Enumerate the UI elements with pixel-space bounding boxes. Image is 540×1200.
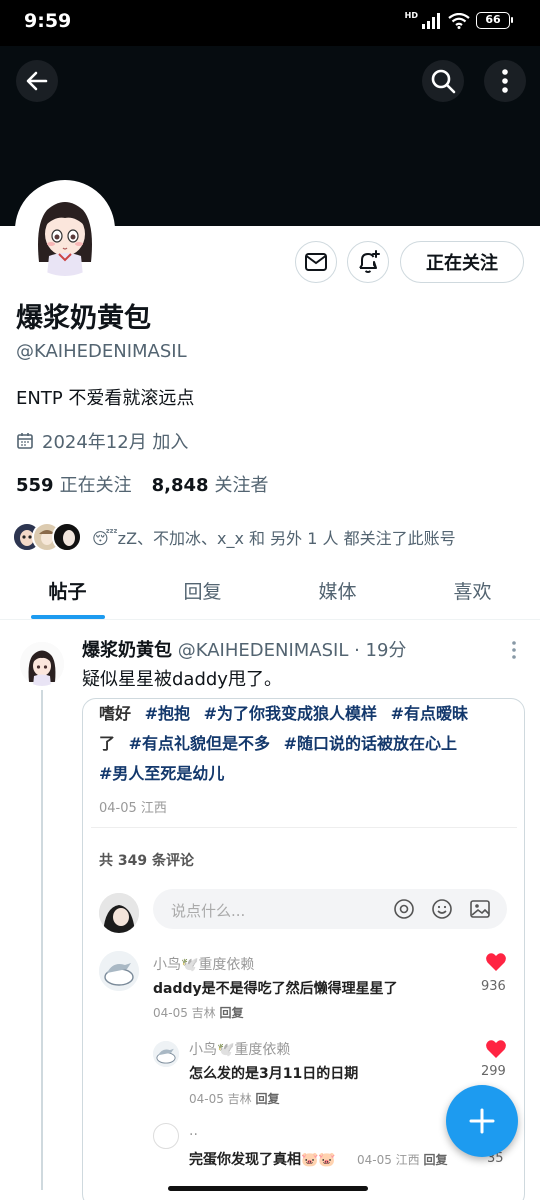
notifications-button[interactable] [347, 241, 389, 283]
comment-date-location: 04-05 江西 [357, 1153, 420, 1167]
comment-meta: 04-05 江西 回复 [357, 1151, 448, 1168]
message-button[interactable] [295, 241, 337, 283]
comment-date-location: 04-05 吉林 [153, 1006, 216, 1020]
anime-girl-avatar-image [19, 184, 111, 276]
comment-text: 完蛋你发现了真相🐷🐷 [189, 1152, 336, 1168]
card-date: 04-05 江西 [99, 801, 167, 816]
commenter-avatar[interactable] [153, 1041, 179, 1067]
comment-input[interactable]: 说点什么... [153, 889, 507, 929]
tag-plain-text: 了 [99, 734, 116, 753]
mail-icon [305, 253, 327, 271]
joined-text: 2024年12月 加入 [42, 432, 189, 453]
comment-date-location: 04-05 吉林 [189, 1092, 252, 1106]
tab-likes[interactable]: 喜欢 [405, 568, 540, 619]
reply-link[interactable]: 回复 [256, 1092, 280, 1106]
search-button[interactable] [422, 60, 464, 102]
follower-avatar [52, 522, 82, 552]
battery-indicator: 66 [476, 12, 513, 29]
commenter-avatar[interactable] [99, 951, 139, 991]
post-meta: @KAIHEDENIMASIL · 19分 [177, 640, 407, 661]
followed-by-text: 😴zZ、不加冰、x_x 和 另外 1 人 都关注了此账号 [92, 529, 456, 548]
more-vertical-icon [502, 69, 508, 93]
profile-bio: ENTP 不爱看就滚远点 [16, 388, 195, 409]
following-count: 559 [16, 475, 54, 496]
calendar-icon [17, 433, 33, 449]
tags-line-3: #男人至死是幼儿 [99, 759, 519, 789]
comment-count: 共 349 条评论 [99, 853, 194, 869]
network-type-label: HD [404, 11, 418, 20]
comment-username[interactable]: .. [189, 1123, 198, 1139]
heart-icon[interactable] [485, 952, 507, 972]
comment-meta: 04-05 吉林 回复 [153, 1004, 244, 1021]
follow-stats: 559 正在关注 8,848 关注者 [16, 471, 269, 497]
hashtag: #随口说的话被放在心上 [283, 734, 458, 753]
at-icon[interactable] [393, 898, 415, 920]
reply-link[interactable]: 回复 [424, 1153, 448, 1167]
post-author-name[interactable]: 爆浆奶黄包 [82, 640, 172, 661]
compose-button[interactable] [446, 1085, 518, 1157]
comment-text: 怎么发的是3月11日的日期 [189, 1066, 359, 1082]
tab-media[interactable]: 媒体 [270, 568, 405, 619]
heart-icon[interactable] [485, 1039, 507, 1059]
following-label: 正在关注 [59, 475, 132, 496]
hashtag: #有点礼貌但是不多 [128, 734, 271, 753]
profile-tabs: 帖子 回复 媒体 喜欢 [0, 568, 540, 620]
search-icon [431, 69, 456, 94]
followers-label: 关注者 [214, 475, 269, 496]
commenter-avatar[interactable] [153, 1123, 179, 1149]
status-time: 9:59 [24, 10, 72, 32]
bell-plus-icon [359, 250, 380, 273]
followers-count: 8,848 [151, 475, 209, 496]
hashtag: #为了你我变成狼人模样 [203, 704, 378, 723]
comment-username[interactable]: 小鸟🕊️重度依赖 [189, 1039, 290, 1059]
comment-input-placeholder: 说点什么... [171, 902, 246, 920]
emoji-icon[interactable] [431, 898, 453, 920]
back-button[interactable] [16, 60, 58, 102]
post-author-avatar[interactable] [20, 642, 64, 686]
thread-line [41, 690, 43, 1190]
tab-posts[interactable]: 帖子 [0, 568, 135, 619]
post-more-icon[interactable] [506, 638, 522, 662]
joined-date: 2024年12月 加入 [16, 428, 188, 454]
image-icon[interactable] [469, 898, 491, 920]
hashtag: #抱抱 [144, 704, 191, 723]
hashtag: #有点暧昧 [390, 704, 469, 723]
card-tags: 嗜好 #抱抱 #为了你我变成狼人模样 #有点暧昧 了 #有点礼貌但是不多 #随口… [99, 699, 519, 789]
hashtag: #男人至死是幼儿 [99, 764, 225, 783]
reply-link[interactable]: 回复 [220, 1006, 244, 1020]
tag-plain-text: 嗜好 [99, 704, 132, 723]
home-indicator[interactable] [168, 1186, 368, 1191]
profile-name: 爆浆奶黄包 [16, 303, 151, 334]
anime-girl-avatar-image [20, 642, 64, 686]
comment-meta: 04-05 吉林 回复 [189, 1090, 280, 1107]
comment-like-count: 299 [481, 1064, 506, 1079]
signal-icon [422, 12, 440, 29]
card-divider [91, 827, 517, 828]
profile-handle: @KAIHEDENIMASIL [16, 341, 187, 362]
wifi-icon [448, 12, 470, 29]
status-icons: HD 66 [404, 11, 513, 29]
followers-link[interactable]: 8,848 关注者 [152, 471, 269, 497]
comment-text: daddy是不是得吃了然后懒得理星星了 [153, 981, 398, 997]
more-options-button[interactable] [484, 60, 526, 102]
following-button[interactable]: 正在关注 [400, 241, 524, 283]
followed-by-row[interactable]: 😴zZ、不加冰、x_x 和 另外 1 人 都关注了此账号 [12, 520, 456, 554]
back-arrow-icon [26, 71, 48, 91]
tags-line-2: 了 #有点礼貌但是不多 #随口说的话被放在心上 [99, 729, 519, 759]
tags-line-1: 嗜好 #抱抱 #为了你我变成狼人模样 #有点暧昧 [99, 699, 519, 729]
status-bar: 9:59 HD 66 [0, 0, 540, 46]
post-header: 爆浆奶黄包 @KAIHEDENIMASIL · 19分 [82, 636, 406, 662]
post-text: 疑似星星被daddy甩了。 [82, 669, 282, 690]
tab-replies[interactable]: 回复 [135, 568, 270, 619]
profile-avatar[interactable] [15, 180, 115, 280]
comment-like-count: 936 [481, 979, 506, 994]
current-user-avatar [99, 893, 139, 933]
following-link[interactable]: 559 正在关注 [16, 471, 132, 497]
plus-icon [469, 1108, 495, 1134]
comment-username[interactable]: 小鸟🕊️重度依赖 [153, 954, 254, 974]
